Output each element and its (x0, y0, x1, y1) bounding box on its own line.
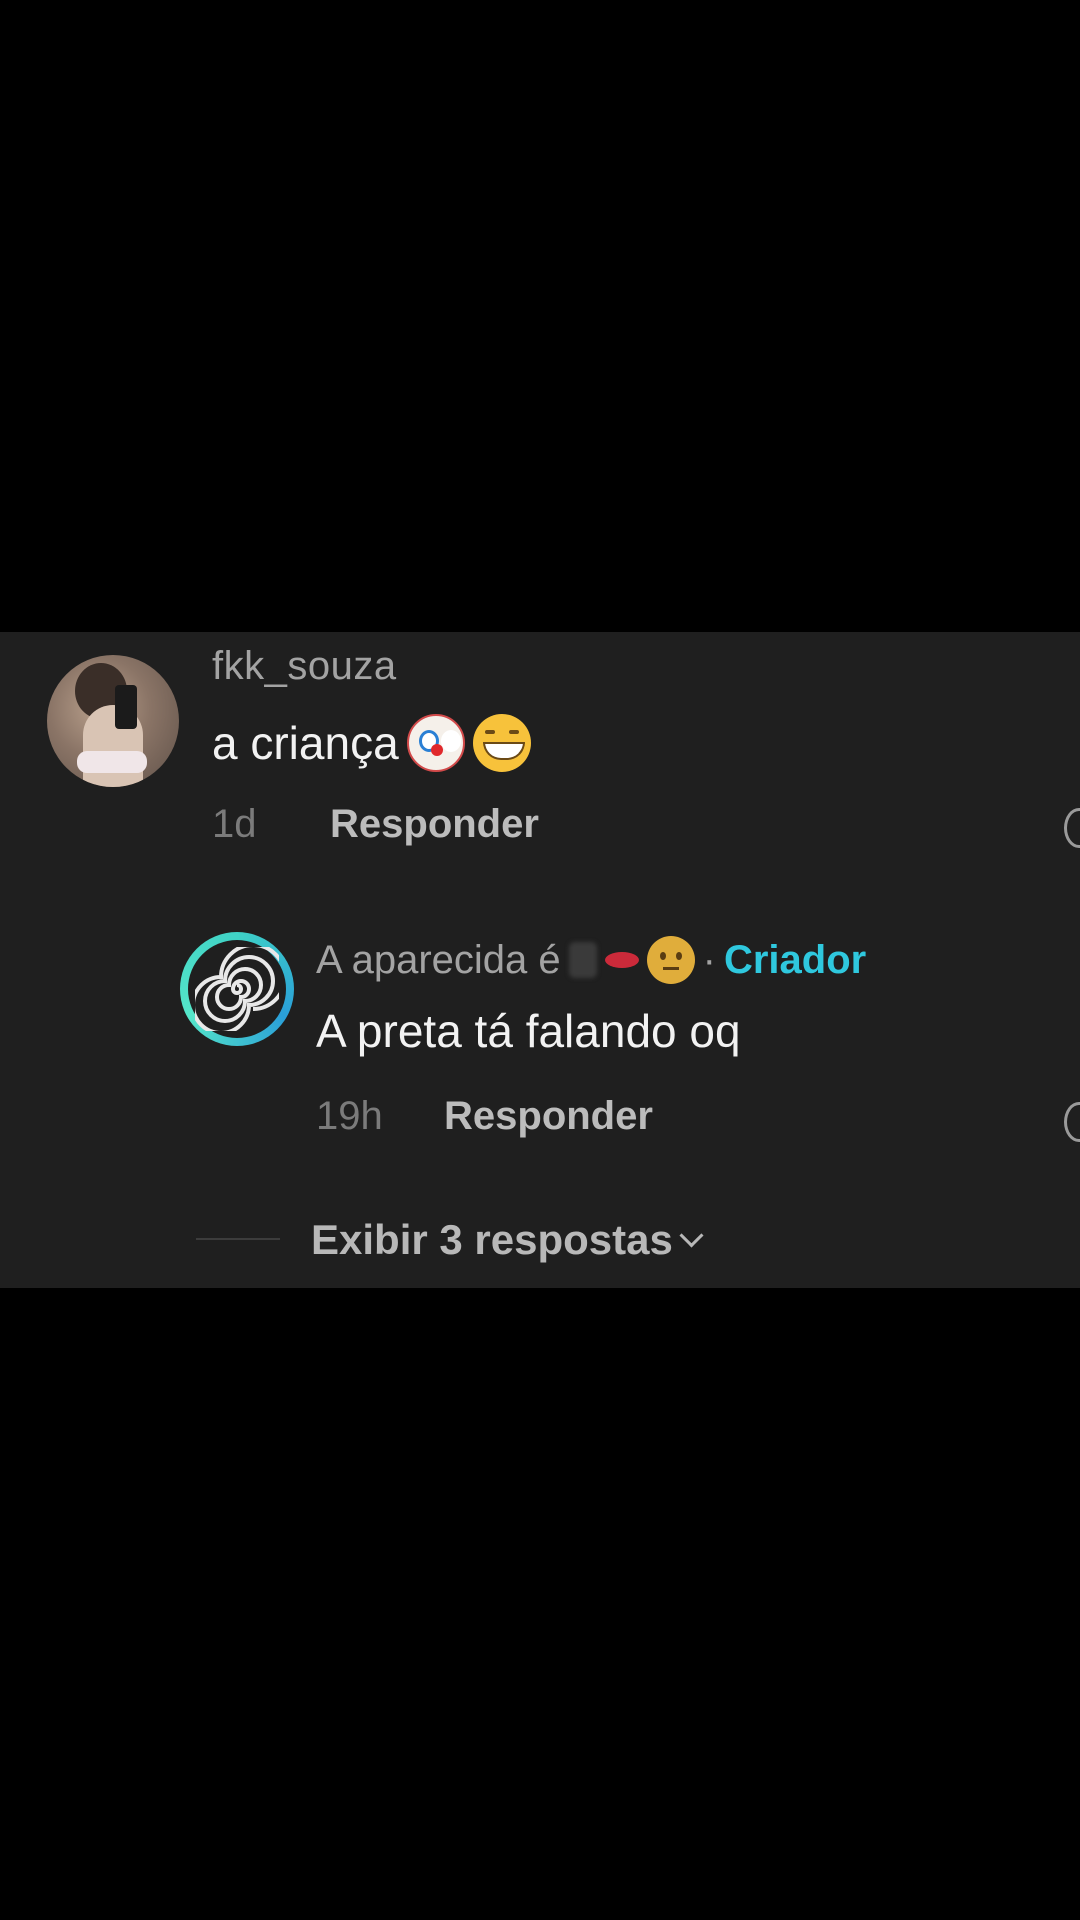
reply-comment-text: A preta tá falando oq (316, 1005, 741, 1057)
commenter-avatar[interactable] (47, 655, 179, 787)
comments-panel: fkk_souza a criança 1d Responder A apare… (0, 632, 1080, 1288)
reply-timestamp: 19h (316, 1094, 383, 1138)
comment-text-row: a criança (212, 714, 531, 772)
creator-avatar[interactable] (180, 932, 294, 1046)
like-heart-icon-2[interactable] (1064, 1102, 1080, 1142)
grinning-emoji-icon (472, 714, 531, 772)
chevron-down-icon (679, 1222, 704, 1248)
neutral-face-emoji-icon (646, 936, 695, 984)
flag-icon (568, 942, 597, 978)
comment-timestamp: 1d (212, 802, 257, 846)
comment-username[interactable]: fkk_souza (212, 644, 397, 689)
spiral-icon (195, 947, 279, 1031)
avatar-phone (115, 685, 137, 729)
avatar-inner (188, 940, 286, 1038)
creator-username[interactable]: A aparecida é (316, 938, 561, 983)
view-replies-label: Exibir 3 respostas (311, 1216, 673, 1263)
replies-divider (196, 1238, 280, 1240)
like-heart-icon[interactable] (1064, 808, 1080, 848)
reply-button-2[interactable]: Responder (444, 1094, 653, 1139)
lips-emoji-icon (604, 952, 639, 968)
view-replies-button[interactable]: Exibir 3 respostas (311, 1216, 704, 1264)
reply-button[interactable]: Responder (330, 802, 539, 847)
creator-username-row: A aparecida é · Criador (316, 936, 866, 984)
avatar-clothing (77, 751, 147, 773)
separator-dot: · (702, 937, 716, 982)
clown-emoji-icon (406, 714, 465, 772)
creator-badge: Criador (723, 937, 867, 982)
comment-text: a criança (212, 717, 399, 769)
